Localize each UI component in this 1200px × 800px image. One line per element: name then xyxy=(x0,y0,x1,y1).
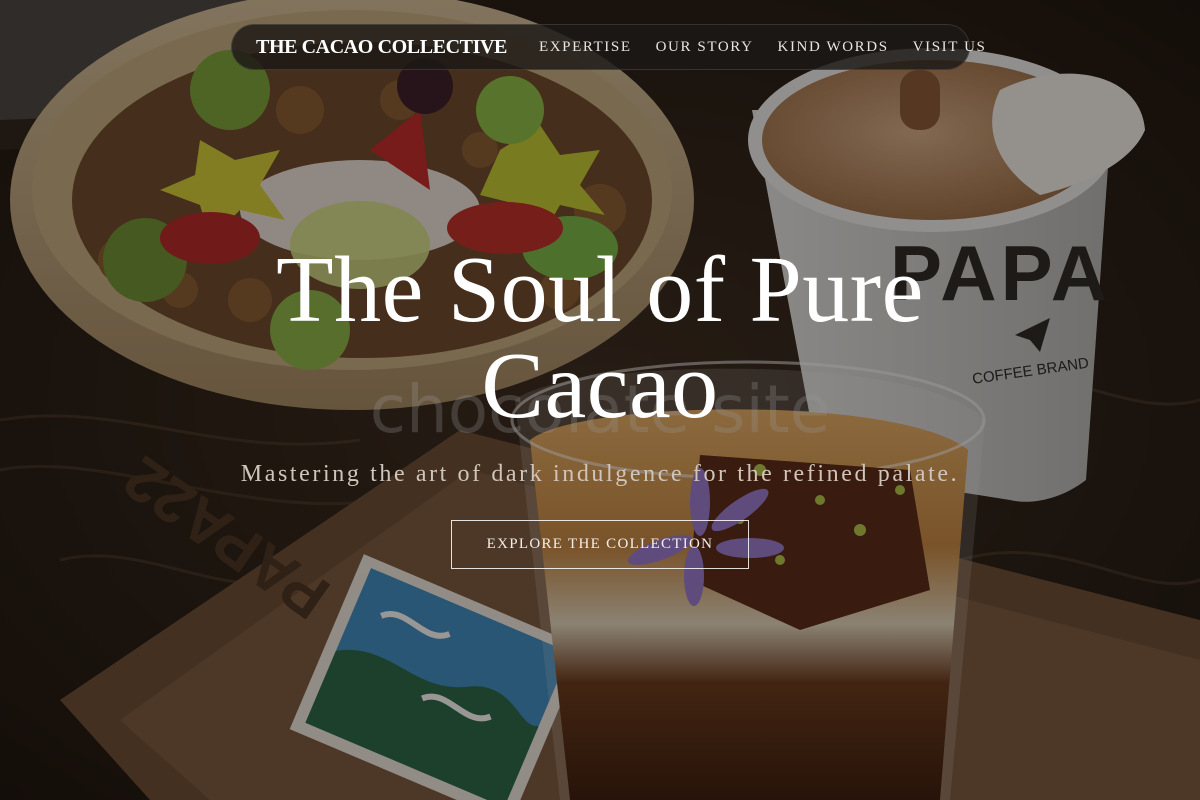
nav-links: EXPERTISE OUR STORY KIND WORDS VISIT US xyxy=(539,39,987,56)
brand-logo[interactable]: THE CACAO COLLECTIVE xyxy=(256,36,507,59)
hero-title-line-2: Cacao xyxy=(481,334,719,438)
nav-link-our-story[interactable]: OUR STORY xyxy=(656,39,754,56)
top-navigation: THE CACAO COLLECTIVE EXPERTISE OUR STORY… xyxy=(231,24,985,70)
nav-link-expertise[interactable]: EXPERTISE xyxy=(539,39,632,56)
nav-link-visit-us[interactable]: VISIT US xyxy=(913,39,987,56)
explore-collection-button[interactable]: EXPLORE THE COLLECTION xyxy=(451,520,749,569)
nav-link-kind-words[interactable]: KIND WORDS xyxy=(778,39,889,56)
hero-title: The Soul of Pure Cacao xyxy=(0,242,1200,434)
hero-title-line-1: The Soul of Pure xyxy=(276,238,924,342)
hero-subtitle: Mastering the art of dark indulgence for… xyxy=(240,461,960,487)
